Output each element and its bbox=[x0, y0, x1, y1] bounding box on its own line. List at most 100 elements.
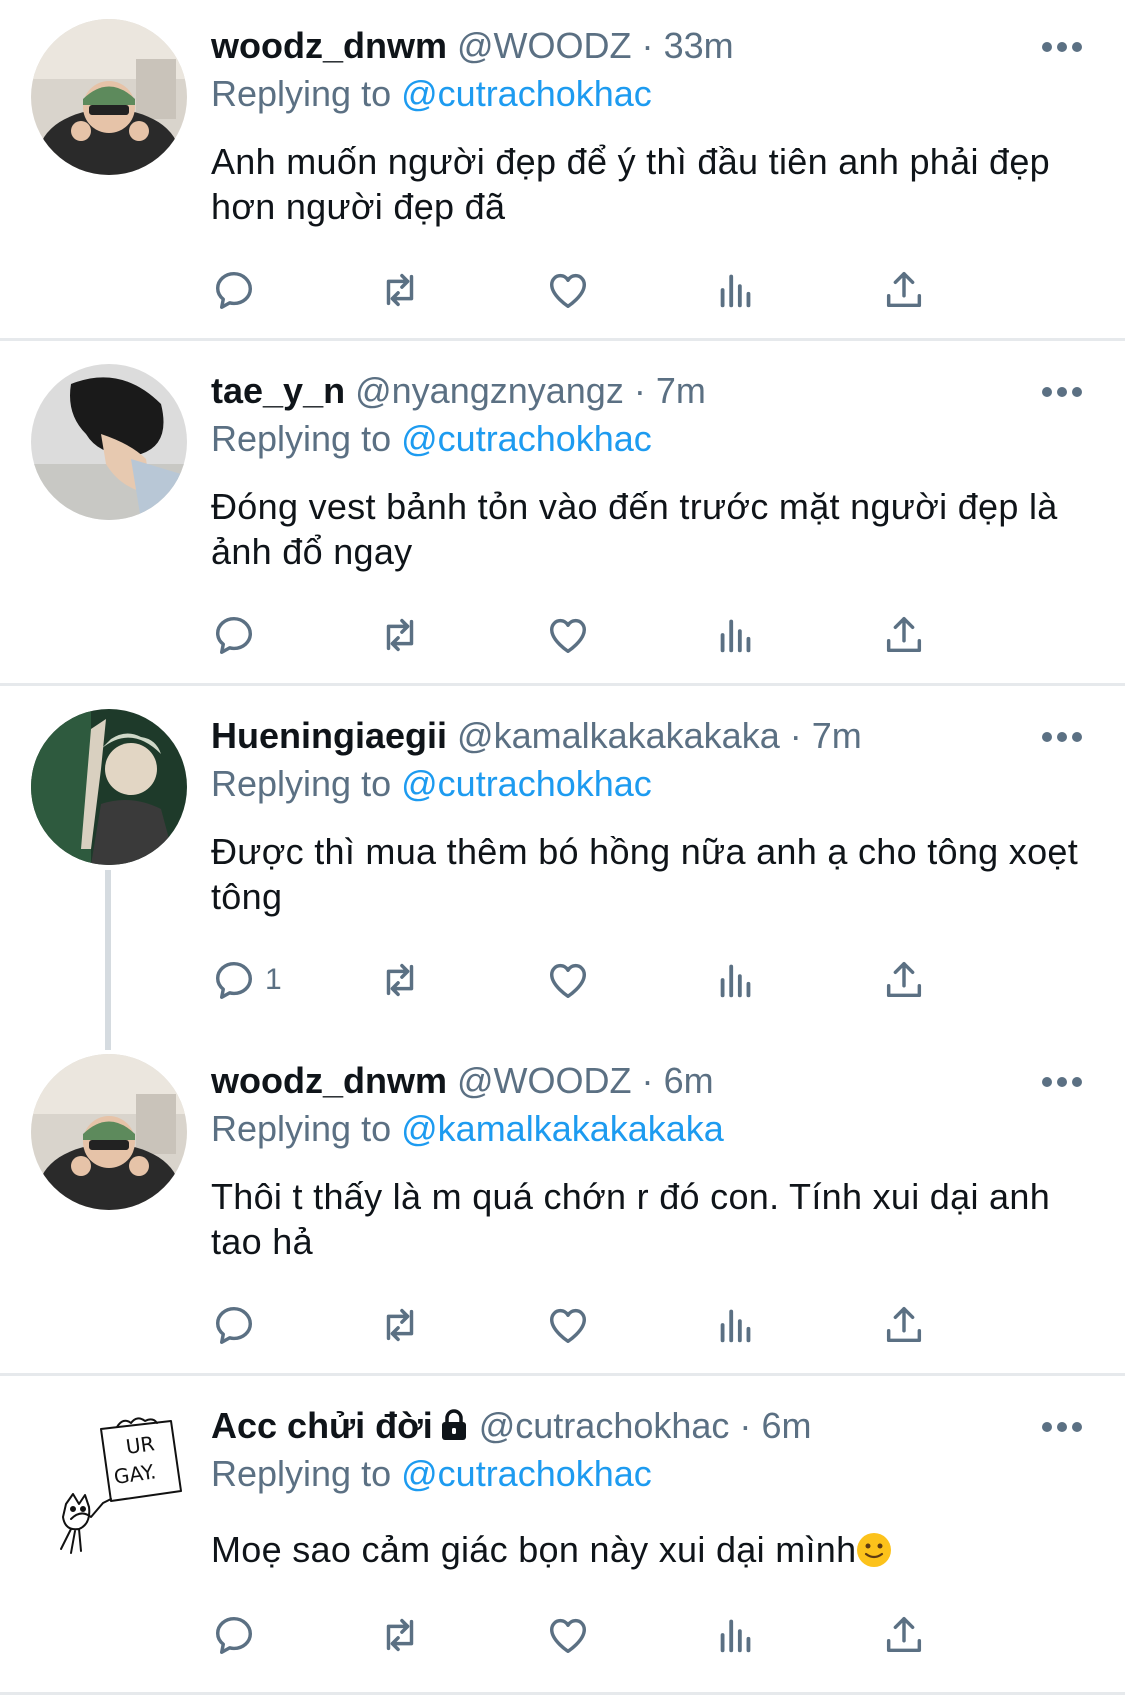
like-icon bbox=[549, 963, 587, 999]
reply-icon bbox=[215, 271, 253, 309]
analytics-icon bbox=[720, 964, 751, 998]
reply-button[interactable] bbox=[211, 1610, 265, 1660]
share-button[interactable] bbox=[881, 1300, 927, 1350]
retweet-button[interactable] bbox=[377, 1300, 423, 1350]
user-name[interactable]: woodz_dnwm bbox=[211, 1060, 447, 1101]
mention-link[interactable]: @cutrachokhac bbox=[401, 418, 652, 459]
retweet-icon bbox=[386, 273, 414, 307]
replying-prefix: Replying to bbox=[211, 763, 392, 804]
avatar[interactable]: UR GAY. bbox=[31, 1399, 187, 1555]
like-button[interactable] bbox=[545, 610, 591, 660]
reply-button[interactable] bbox=[211, 1300, 265, 1350]
tweet-text: Đóng vest bảnh tỏn vào đến trước mặt ngư… bbox=[211, 486, 1058, 572]
tweet-text: Thôi t thấy là m quá chớn r đó con. Tính… bbox=[211, 1176, 1051, 1262]
tweet-text: Moẹ sao cảm giác bọn này xui dại mình bbox=[211, 1529, 857, 1570]
user-name[interactable]: woodz_dnwm bbox=[211, 25, 447, 66]
user-name[interactable]: Hueningiaegii bbox=[211, 715, 447, 756]
more-icon[interactable] bbox=[1040, 385, 1084, 399]
replying-prefix: Replying to bbox=[211, 1453, 392, 1494]
analytics-button[interactable] bbox=[713, 610, 759, 660]
more-icon[interactable] bbox=[1040, 730, 1084, 744]
like-button[interactable] bbox=[545, 955, 591, 1005]
user-handle[interactable]: @WOODZ bbox=[457, 25, 632, 66]
reply-button[interactable]: 1 bbox=[211, 955, 282, 1005]
timestamp[interactable]: 6m bbox=[761, 1405, 811, 1446]
avatar[interactable] bbox=[31, 364, 187, 520]
analytics-button[interactable] bbox=[713, 955, 759, 1005]
user-handle[interactable]: @nyangznyangz bbox=[355, 370, 624, 411]
more-icon[interactable] bbox=[1040, 1420, 1084, 1434]
user-handle[interactable]: @WOODZ bbox=[457, 1060, 632, 1101]
retweet-icon bbox=[386, 1618, 414, 1652]
replying-to: Replying to @cutrachokhac bbox=[211, 1452, 652, 1496]
avatar[interactable] bbox=[31, 709, 187, 865]
more-icon[interactable] bbox=[1040, 1075, 1084, 1089]
timestamp[interactable]: 7m bbox=[656, 370, 706, 411]
timestamp[interactable]: 6m bbox=[664, 1060, 714, 1101]
separator-dot: · bbox=[633, 370, 646, 411]
tweet-text: Anh muốn người đẹp để ý thì đầu tiên anh… bbox=[211, 141, 1051, 227]
user-name[interactable]: Acc chửi đời bbox=[211, 1405, 433, 1446]
reply-button[interactable] bbox=[211, 610, 265, 660]
analytics-icon bbox=[720, 1309, 751, 1343]
separator-dot: · bbox=[739, 1405, 752, 1446]
analytics-button[interactable] bbox=[713, 265, 759, 315]
analytics-icon bbox=[720, 274, 751, 308]
mention-link[interactable]: @cutrachokhac bbox=[401, 763, 652, 804]
like-icon bbox=[549, 1618, 587, 1654]
replying-prefix: Replying to bbox=[211, 1108, 392, 1149]
avatar-label-1: UR bbox=[124, 1431, 156, 1459]
mention-link[interactable]: @cutrachokhac bbox=[401, 1453, 652, 1494]
retweet-button[interactable] bbox=[377, 265, 423, 315]
share-button[interactable] bbox=[881, 955, 927, 1005]
separator-dot: · bbox=[641, 25, 654, 66]
retweet-button[interactable] bbox=[377, 610, 423, 660]
share-button[interactable] bbox=[881, 265, 927, 315]
share-button[interactable] bbox=[881, 1610, 927, 1660]
timestamp[interactable]: 33m bbox=[664, 25, 734, 66]
analytics-icon bbox=[720, 619, 751, 653]
retweet-icon bbox=[386, 963, 414, 997]
smile-emoji bbox=[857, 1533, 892, 1567]
divider bbox=[0, 1692, 1125, 1695]
tweet-text: Được thì mua thêm bó hồng nữa anh ạ cho … bbox=[211, 831, 1079, 917]
action-bar bbox=[211, 265, 1001, 315]
reply-icon bbox=[215, 616, 253, 654]
share-icon bbox=[886, 616, 922, 653]
reply-icon bbox=[215, 1616, 253, 1654]
action-bar bbox=[211, 1300, 1001, 1350]
avatar[interactable] bbox=[31, 19, 187, 175]
lock-icon bbox=[441, 1409, 466, 1440]
user-handle[interactable]: @kamalkakakakaka bbox=[457, 715, 780, 756]
replying-prefix: Replying to bbox=[211, 418, 392, 459]
retweet-button[interactable] bbox=[377, 955, 423, 1005]
reply-count: 1 bbox=[265, 963, 282, 996]
share-icon bbox=[886, 1306, 922, 1343]
like-button[interactable] bbox=[545, 1300, 591, 1350]
separator-dot: · bbox=[641, 1060, 654, 1101]
retweet-button[interactable] bbox=[377, 1610, 423, 1660]
like-icon bbox=[549, 1308, 587, 1344]
timestamp[interactable]: 7m bbox=[812, 715, 862, 756]
like-icon bbox=[549, 273, 587, 309]
analytics-button[interactable] bbox=[713, 1610, 759, 1660]
user-name[interactable]: tae_y_n bbox=[211, 370, 345, 411]
replying-prefix: Replying to bbox=[211, 73, 392, 114]
mention-link[interactable]: @cutrachokhac bbox=[401, 73, 652, 114]
mention-link[interactable]: @kamalkakakakaka bbox=[401, 1108, 724, 1149]
like-button[interactable] bbox=[545, 265, 591, 315]
thread-line bbox=[105, 870, 111, 1050]
more-icon[interactable] bbox=[1040, 40, 1084, 54]
user-handle[interactable]: @cutrachokhac bbox=[479, 1405, 730, 1446]
divider bbox=[0, 683, 1125, 686]
share-button[interactable] bbox=[881, 610, 927, 660]
like-button[interactable] bbox=[545, 1610, 591, 1660]
like-icon bbox=[549, 618, 587, 654]
share-icon bbox=[886, 1616, 922, 1653]
analytics-icon bbox=[720, 1619, 751, 1653]
analytics-button[interactable] bbox=[713, 1300, 759, 1350]
avatar[interactable] bbox=[31, 1054, 187, 1210]
reply-button[interactable] bbox=[211, 265, 265, 315]
replying-to: Replying to @cutrachokhac bbox=[211, 762, 652, 806]
separator-dot: · bbox=[789, 715, 802, 756]
